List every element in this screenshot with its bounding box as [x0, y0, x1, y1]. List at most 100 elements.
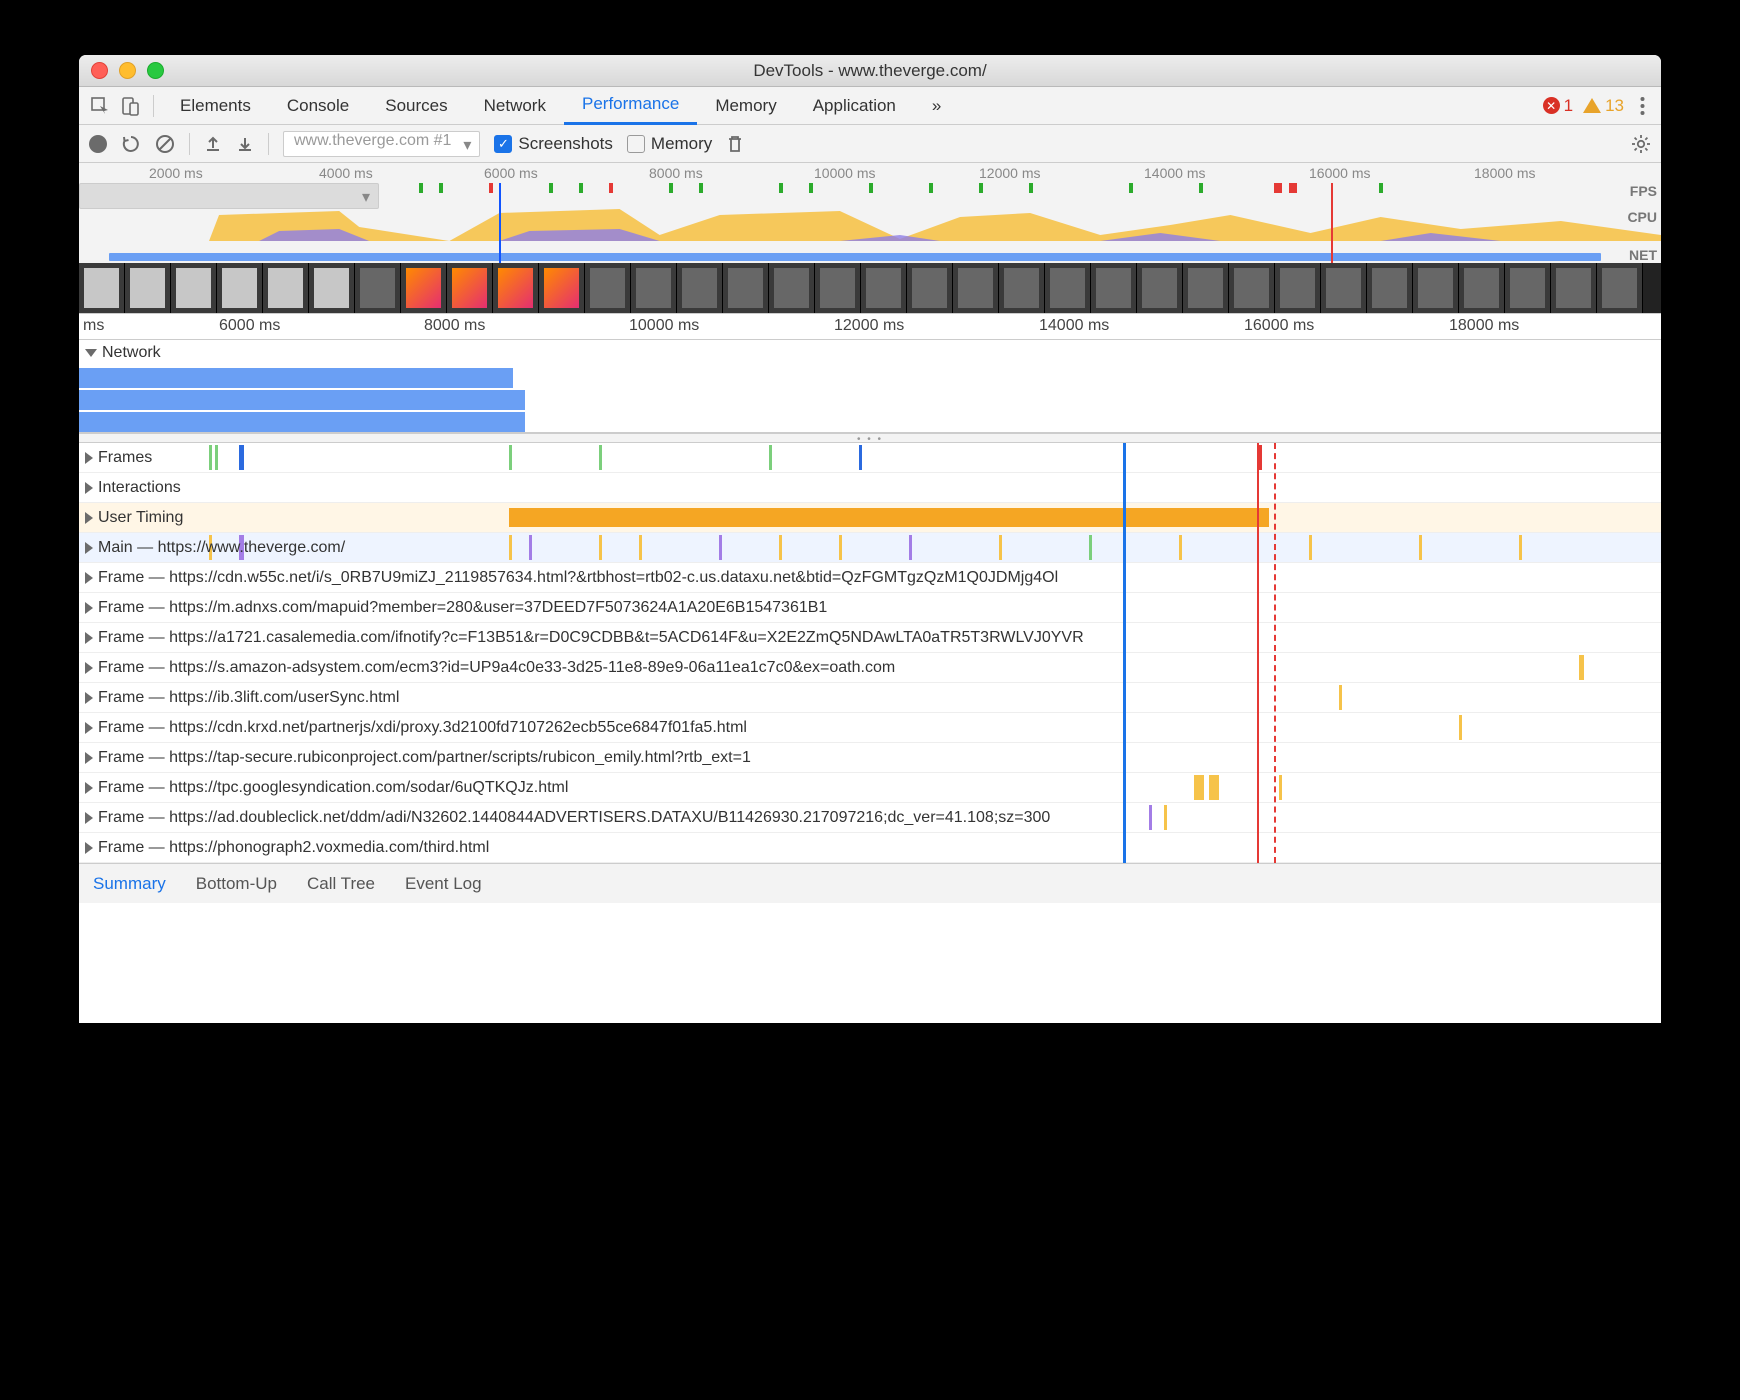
window-title: DevTools - www.theverge.com/: [79, 61, 1661, 81]
tab-memory[interactable]: Memory: [697, 87, 794, 125]
network-header[interactable]: Network: [79, 340, 1661, 366]
filmstrip-frame[interactable]: [1229, 263, 1275, 313]
chevron-right-icon: [85, 512, 93, 524]
filmstrip-frame[interactable]: [1367, 263, 1413, 313]
tab-console[interactable]: Console: [269, 87, 367, 125]
tab-network[interactable]: Network: [466, 87, 564, 125]
tab-call-tree[interactable]: Call Tree: [307, 874, 375, 894]
chevron-right-icon: [85, 542, 93, 554]
track-frame-row[interactable]: Frame — https://m.adnxs.com/mapuid?membe…: [79, 593, 1661, 623]
load-profile-icon[interactable]: [204, 135, 222, 153]
filmstrip-frame[interactable]: [677, 263, 723, 313]
filmstrip-frame[interactable]: [1597, 263, 1643, 313]
filmstrip-frame[interactable]: [1505, 263, 1551, 313]
tab-performance[interactable]: Performance: [564, 87, 697, 125]
filmstrip-frame[interactable]: [585, 263, 631, 313]
overview-panel[interactable]: 2000 ms 4000 ms 6000 ms 8000 ms 10000 ms…: [79, 163, 1661, 314]
tabs-overflow[interactable]: »: [914, 87, 959, 125]
filmstrip-frame[interactable]: [1183, 263, 1229, 313]
tab-elements[interactable]: Elements: [162, 87, 269, 125]
devtools-window: DevTools - www.theverge.com/ Elements Co…: [79, 55, 1661, 1023]
network-bars[interactable]: [79, 366, 1661, 432]
filmstrip-frame[interactable]: [79, 263, 125, 313]
chevron-right-icon: [85, 722, 93, 734]
track-frame-row[interactable]: Frame — https://phonograph2.voxmedia.com…: [79, 833, 1661, 863]
overview-playhead[interactable]: [499, 183, 501, 263]
overview-graph[interactable]: FPS CPU NET: [79, 183, 1661, 263]
chevron-right-icon: [85, 602, 93, 614]
track-user-timing[interactable]: User Timing: [79, 503, 1661, 533]
filmstrip-frame[interactable]: [263, 263, 309, 313]
warning-count[interactable]: 13: [1583, 96, 1624, 116]
device-toggle-icon[interactable]: [115, 91, 145, 121]
filmstrip-frame[interactable]: [447, 263, 493, 313]
chevron-right-icon: [85, 482, 93, 494]
track-interactions[interactable]: Interactions: [79, 473, 1661, 503]
screenshots-checkbox[interactable]: ✓ Screenshots: [494, 134, 613, 154]
filmstrip-frame[interactable]: [309, 263, 355, 313]
inspect-icon[interactable]: [85, 91, 115, 121]
track-main[interactable]: Main — https://www.theverge.com/: [79, 533, 1661, 563]
details-tabs: Summary Bottom-Up Call Tree Event Log: [79, 863, 1661, 903]
flamechart[interactable]: Frames Interactions User Timing Main — h…: [79, 443, 1661, 863]
tab-bottom-up[interactable]: Bottom-Up: [196, 874, 277, 894]
filmstrip-frame[interactable]: [493, 263, 539, 313]
filmstrip-frame[interactable]: [539, 263, 585, 313]
delete-icon[interactable]: [726, 134, 744, 154]
detail-marker-dashed: [1274, 443, 1276, 863]
filmstrip-frame[interactable]: [1321, 263, 1367, 313]
track-frame-row[interactable]: Frame — https://tap-secure.rubiconprojec…: [79, 743, 1661, 773]
filmstrip-frame[interactable]: [125, 263, 171, 313]
error-count[interactable]: ✕1: [1543, 96, 1573, 116]
track-frame-row[interactable]: Frame — https://s.amazon-adsystem.com/ec…: [79, 653, 1661, 683]
track-frame-row[interactable]: Frame — https://cdn.krxd.net/partnerjs/x…: [79, 713, 1661, 743]
filmstrip-frame[interactable]: [631, 263, 677, 313]
filmstrip-frame[interactable]: [999, 263, 1045, 313]
clear-icon[interactable]: [155, 134, 175, 154]
summary-content: [79, 903, 1661, 1023]
filmstrip-frame[interactable]: [1045, 263, 1091, 313]
reload-icon[interactable]: [121, 134, 141, 154]
filmstrip-frame[interactable]: [1275, 263, 1321, 313]
filmstrip-frame[interactable]: [861, 263, 907, 313]
filmstrip-frame[interactable]: [907, 263, 953, 313]
track-frame-row[interactable]: Frame — https://a1721.casalemedia.com/if…: [79, 623, 1661, 653]
filmstrip-frame[interactable]: [355, 263, 401, 313]
filmstrip-frame[interactable]: [815, 263, 861, 313]
tab-application[interactable]: Application: [795, 87, 914, 125]
tab-event-log[interactable]: Event Log: [405, 874, 482, 894]
track-frame-row[interactable]: Frame — https://tpc.googlesyndication.co…: [79, 773, 1661, 803]
tab-summary[interactable]: Summary: [93, 874, 166, 894]
filmstrip-frame[interactable]: [1413, 263, 1459, 313]
filmstrip-frame[interactable]: [1137, 263, 1183, 313]
filmstrip-frame[interactable]: [401, 263, 447, 313]
track-frames[interactable]: Frames: [79, 443, 1661, 473]
capture-settings-icon[interactable]: [1631, 134, 1651, 154]
filmstrip-frame[interactable]: [1459, 263, 1505, 313]
filmstrip-frame[interactable]: [171, 263, 217, 313]
resize-grip[interactable]: • • •: [79, 433, 1661, 443]
track-frame-row[interactable]: Frame — https://ad.doubleclick.net/ddm/a…: [79, 803, 1661, 833]
track-frame-row[interactable]: Frame — https://ib.3lift.com/userSync.ht…: [79, 683, 1661, 713]
filmstrip-frame[interactable]: [723, 263, 769, 313]
overview-marker: [1331, 183, 1333, 263]
recording-select[interactable]: www.theverge.com #1: [283, 131, 480, 157]
filmstrip-frame[interactable]: [953, 263, 999, 313]
checkbox-icon: ✓: [494, 135, 512, 153]
record-button[interactable]: [89, 135, 107, 153]
tab-sources[interactable]: Sources: [367, 87, 465, 125]
filmstrip-frame[interactable]: [769, 263, 815, 313]
more-menu-icon[interactable]: [1640, 96, 1645, 116]
devtools-tabs: Elements Console Sources Network Perform…: [79, 87, 1661, 125]
screenshots-filmstrip[interactable]: [79, 263, 1661, 313]
filmstrip-frame[interactable]: [217, 263, 263, 313]
filmstrip-frame[interactable]: [1091, 263, 1137, 313]
track-frame-row[interactable]: Frame — https://cdn.w55c.net/i/s_0RB7U9m…: [79, 563, 1661, 593]
save-profile-icon[interactable]: [236, 135, 254, 153]
network-section: Network: [79, 340, 1661, 433]
filmstrip-frame[interactable]: [1551, 263, 1597, 313]
overview-dimmed: [79, 183, 379, 209]
memory-checkbox[interactable]: Memory: [627, 134, 712, 154]
window-titlebar[interactable]: DevTools - www.theverge.com/: [79, 55, 1661, 87]
detail-playhead[interactable]: [1123, 443, 1126, 863]
